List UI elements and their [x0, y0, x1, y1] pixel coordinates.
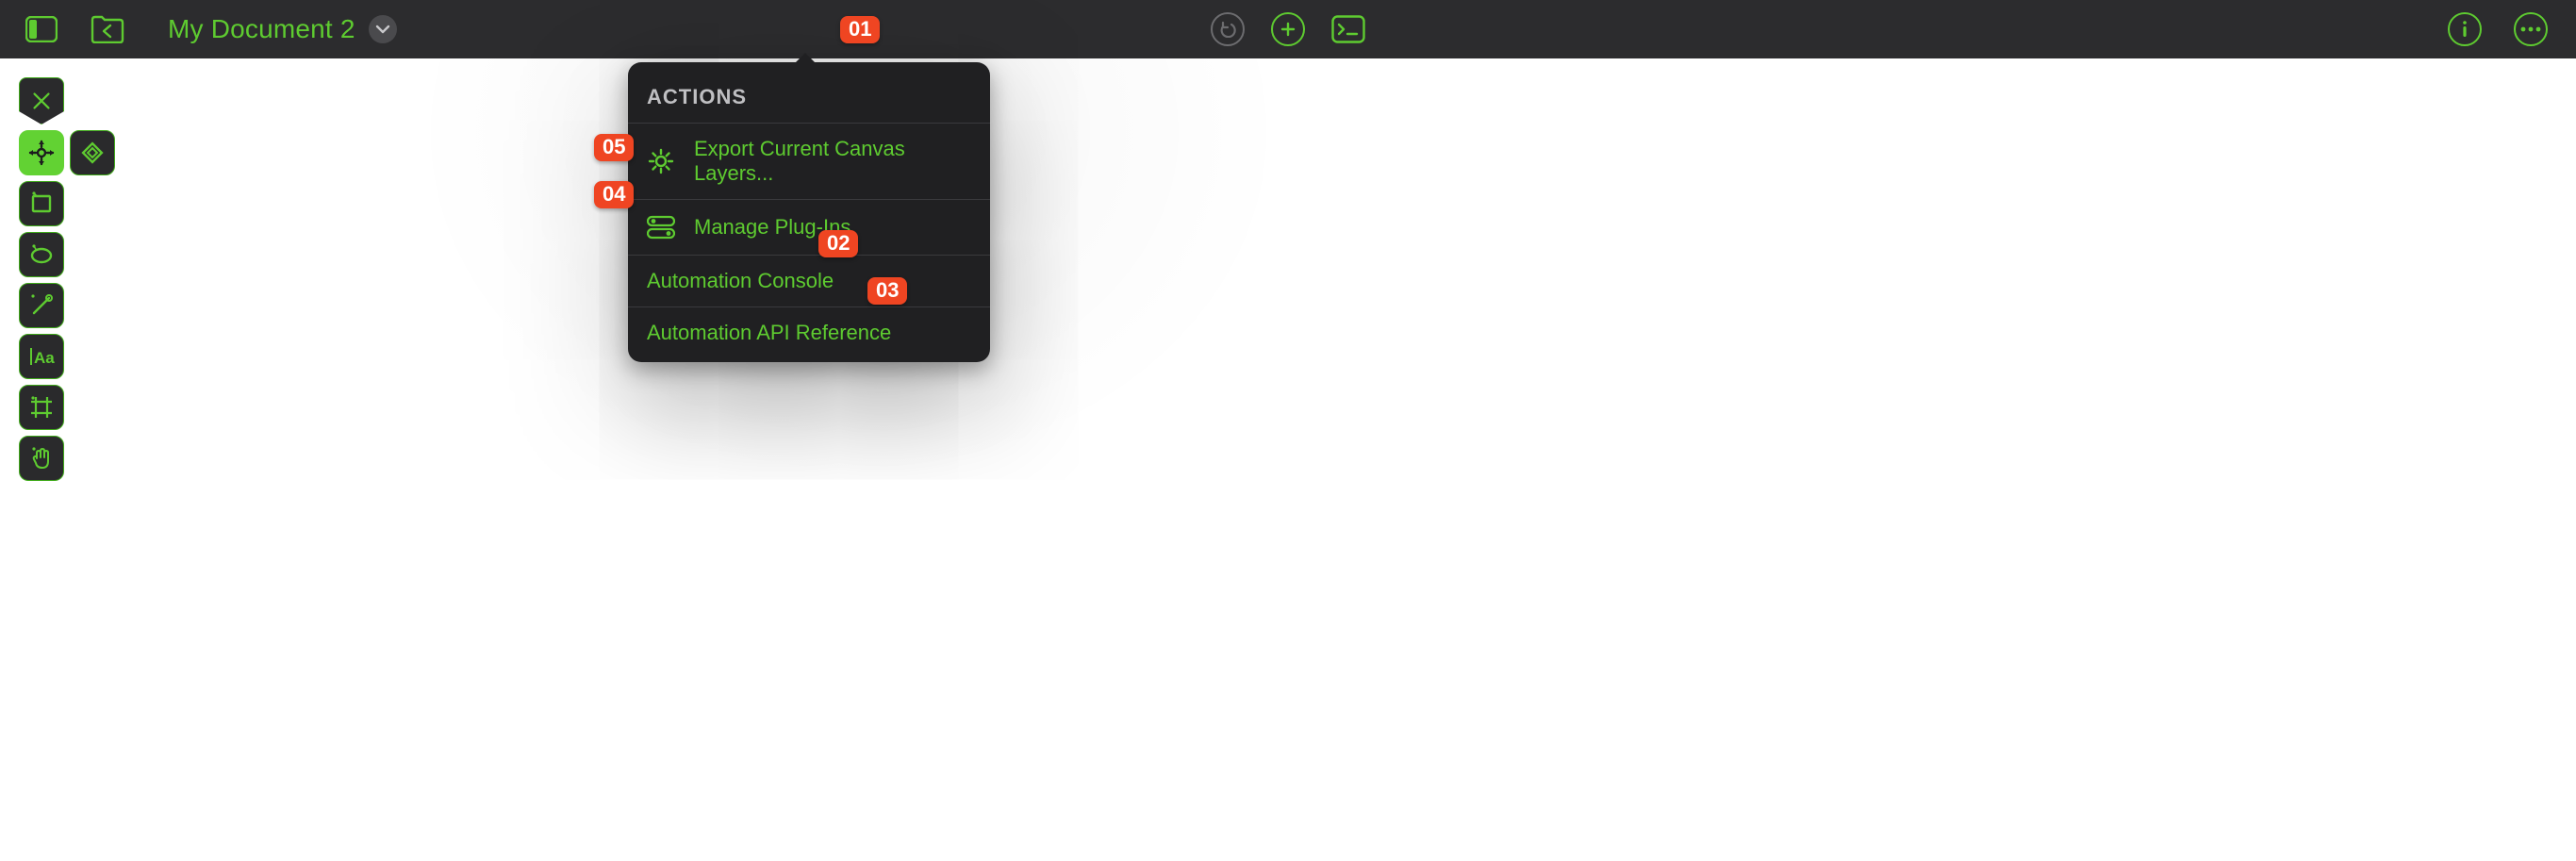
add-button[interactable]	[1271, 12, 1305, 46]
badge-02: 02	[818, 230, 858, 257]
gear-icon	[647, 147, 675, 175]
badge-04: 04	[594, 181, 634, 208]
rectangle-tool[interactable]	[19, 181, 64, 226]
info-button[interactable]	[2448, 12, 2482, 46]
hand-tool[interactable]	[19, 436, 64, 481]
actions-popover: ACTIONS Export Current Canvas Layers...	[628, 62, 990, 362]
topbar-left: My Document 2	[0, 12, 397, 46]
document-title: My Document 2	[168, 14, 355, 44]
sidebar-toggle-icon[interactable]	[25, 12, 58, 46]
topbar-center	[1211, 12, 1365, 46]
artboard-tool[interactable]	[19, 385, 64, 430]
badge-01: 01	[840, 16, 880, 43]
chevron-down-icon[interactable]	[369, 15, 397, 43]
toggle-icon	[647, 213, 675, 241]
more-button[interactable]	[2514, 12, 2548, 46]
pen-tool[interactable]	[19, 77, 64, 124]
action-export-canvas-layers[interactable]: Export Current Canvas Layers...	[628, 123, 990, 199]
document-title-wrap[interactable]: My Document 2	[168, 14, 397, 44]
action-label: Automation Console	[647, 269, 834, 293]
ellipse-tool[interactable]	[19, 232, 64, 277]
text-tool[interactable]: Aa	[19, 334, 64, 379]
action-automation-console[interactable]: Automation Console	[628, 255, 990, 306]
svg-text:Aa: Aa	[34, 349, 55, 367]
documents-back-icon[interactable]	[91, 12, 124, 46]
topbar: My Document 2	[0, 0, 2576, 58]
badge-03: 03	[867, 277, 907, 305]
line-tool[interactable]	[19, 283, 64, 328]
move-tool[interactable]	[19, 130, 64, 175]
undo-button[interactable]	[1211, 12, 1245, 46]
topbar-right	[2448, 12, 2576, 46]
actions-header: ACTIONS	[628, 62, 990, 123]
tool-palette: Aa	[19, 77, 115, 481]
action-label: Export Current Canvas Layers...	[694, 137, 971, 186]
badge-05: 05	[594, 134, 634, 161]
terminal-icon[interactable]	[1331, 12, 1365, 46]
action-label: Automation API Reference	[647, 321, 891, 345]
action-manage-plugins[interactable]: Manage Plug-Ins	[628, 199, 990, 255]
diamond-tool[interactable]	[70, 130, 115, 175]
action-automation-api-reference[interactable]: Automation API Reference	[628, 306, 990, 358]
